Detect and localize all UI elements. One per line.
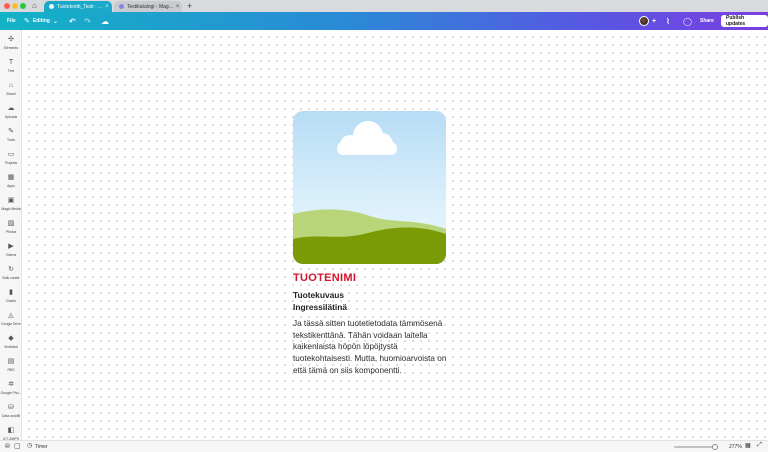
sidebar-item-label: Bulk create	[2, 276, 20, 280]
editing-mode-dropdown[interactable]: ✎ Editing ⌄	[24, 12, 58, 30]
pencil-icon: ✎	[24, 18, 30, 25]
undo-icon[interactable]: ↶	[69, 12, 76, 30]
left-sidebar: ✣ Elements T Text ⌂ Brand ☁ Uploads ✎ Tools ▭ Proje…	[0, 30, 22, 441]
google-drive-icon: ◬	[8, 312, 14, 319]
photos-icon: ▧	[7, 220, 15, 227]
sidebar-item-label: Brand	[6, 92, 16, 96]
design-canvas[interactable]: TUOTENIMI Tuotekuvaus Ingressilätinä Ja …	[22, 30, 768, 440]
sidebar-item-charts[interactable]: ▮ Charts	[0, 289, 22, 309]
sidebar-item-label: Text	[7, 69, 15, 73]
file-menu[interactable]: File	[7, 12, 16, 30]
redo-icon[interactable]: ↷	[84, 12, 91, 30]
charts-icon: ▮	[9, 289, 13, 296]
home-icon[interactable]: ⌂	[32, 1, 37, 11]
product-ingress[interactable]: Ingressilätinä	[293, 302, 347, 312]
sidebar-item-label: RBS	[7, 368, 15, 372]
timer-button[interactable]: Timer	[35, 444, 48, 450]
product-description[interactable]: Tuotekuvaus	[293, 290, 344, 300]
brand-icon: ⌂	[8, 82, 14, 89]
sidebar-item-label: Elements	[3, 46, 19, 50]
chevron-down-icon: ⌄	[52, 18, 58, 25]
editor-toolbar: File ✎ Editing ⌄ ↶ ↷ ☁ + ⌇ ◯ Share Publi…	[0, 12, 768, 30]
sidebar-item-label: Photos	[5, 230, 17, 234]
zoom-slider-handle[interactable]	[712, 444, 718, 450]
sidebar-item-label: Verifiointi	[4, 345, 18, 349]
canva-favicon-icon	[119, 4, 124, 9]
product-name[interactable]: TUOTENIMI	[293, 272, 356, 284]
sidebar-item-google-drive[interactable]: ◬ Google Drive	[0, 312, 22, 332]
canva-favicon-icon	[49, 4, 54, 9]
landscape-illustration	[293, 121, 446, 264]
grid-view-icon[interactable]: ▦	[745, 442, 751, 449]
sidebar-item-label: Videos	[5, 253, 17, 257]
bulk-create-icon: ↻	[8, 266, 14, 273]
data-autofill-icon: ⛁	[8, 404, 14, 411]
sidebar-item-brand[interactable]: ⌂ Brand	[0, 82, 22, 102]
elements-icon: ✣	[8, 36, 14, 43]
new-tab-button[interactable]: +	[187, 0, 192, 12]
share-button[interactable]: Share	[700, 12, 714, 30]
timer-icon: ◷	[27, 443, 33, 449]
sidebar-item-label: Data autofill	[2, 414, 20, 418]
sidebar-item-photos[interactable]: ▧ Photos	[0, 220, 22, 240]
avatar	[639, 16, 649, 26]
browser-tab-1[interactable]: Tuotekortti_Testi - ... ×	[44, 1, 112, 12]
sidebar-item-magic-media[interactable]: ▣ Magic Media	[0, 197, 22, 217]
sidebar-item-label: Google Drive	[1, 322, 21, 326]
sidebar-item-projects[interactable]: ▭ Projects	[0, 151, 22, 171]
sidebar-item-google-pho[interactable]: ✲ Google Pho...	[0, 381, 22, 401]
cloud-icon	[337, 121, 397, 155]
close-tab-icon[interactable]: ×	[105, 4, 109, 10]
sidebar-item-verifiointi[interactable]: ◆ Verifiointi	[0, 335, 22, 355]
verifiointi-icon: ◆	[8, 335, 14, 342]
browser-tab-2[interactable]: Testikatalogi - Mag... ×	[114, 1, 182, 12]
sidebar-item-data-autofill[interactable]: ⛁ Data autofill	[0, 404, 22, 424]
tools-icon: ✎	[8, 128, 14, 135]
publish-updates-button[interactable]: Publish updates	[721, 15, 768, 27]
product-body-text[interactable]: Ja tässä sitten tuotetietodata tämmösenä…	[293, 318, 449, 377]
projects-icon: ▭	[7, 151, 15, 158]
close-window-icon[interactable]	[4, 3, 10, 9]
sidebar-item-label: Apps	[7, 184, 15, 188]
google-photos-icon: ✲	[8, 381, 14, 388]
sidebar-item-bulk-create[interactable]: ↻ Bulk create	[0, 266, 22, 286]
sidebar-item-label: Tools	[7, 138, 15, 142]
uploads-icon: ☁	[7, 105, 15, 112]
sidebar-item-uploads[interactable]: ☁ Uploads	[0, 105, 22, 125]
bottom-bar: ▤ ▢ ◷ Timer 277% ▦ ⤢	[0, 440, 768, 452]
sidebar-item-label: Projects	[4, 161, 18, 165]
sidebar-item-elements[interactable]: ✣ Elements	[0, 36, 22, 56]
sidebar-item-label: Google Pho...	[0, 391, 22, 395]
fullscreen-icon[interactable]: ⤢	[757, 442, 762, 449]
sidebar-item-apps[interactable]: ▦ Apps	[0, 174, 22, 194]
cloud-save-icon[interactable]: ☁	[101, 12, 109, 30]
collaborator-avatar[interactable]	[639, 12, 649, 30]
comment-icon[interactable]: ◯	[683, 12, 692, 30]
videos-icon: ▶	[8, 243, 14, 250]
apps-icon: ▦	[7, 174, 15, 181]
rbs-icon: ▤	[7, 358, 15, 365]
text-icon: T	[8, 59, 14, 66]
maximize-window-icon[interactable]	[20, 3, 26, 9]
sidebar-item-videos[interactable]: ▶ Videos	[0, 243, 22, 263]
notes-icon[interactable]: ▤	[5, 443, 10, 449]
zoom-level[interactable]: 277%	[729, 444, 742, 450]
analytics-icon[interactable]: ⌇	[666, 12, 670, 30]
browser-tab-strip: ⌂ Tuotekortti_Testi - ... × Testikatalog…	[0, 0, 768, 12]
close-tab-icon[interactable]: ×	[176, 4, 180, 10]
ict-amps-icon: ◧	[7, 427, 15, 434]
minimize-window-icon[interactable]	[12, 3, 18, 9]
sidebar-item-rbs[interactable]: ▤ RBS	[0, 358, 22, 378]
sidebar-item-label: Magic Media	[1, 207, 21, 211]
sidebar-item-label: Charts	[6, 299, 16, 303]
sidebar-item-label: Uploads	[4, 115, 18, 119]
add-collaborator-icon[interactable]: +	[652, 12, 656, 30]
sidebar-item-tools[interactable]: ✎ Tools	[0, 128, 22, 148]
product-image-placeholder[interactable]	[293, 111, 446, 264]
add-page-icon[interactable]: ▢	[14, 442, 21, 450]
sidebar-item-text[interactable]: T Text	[0, 59, 22, 79]
zoom-slider[interactable]	[674, 444, 718, 450]
magic-media-icon: ▣	[7, 197, 15, 204]
